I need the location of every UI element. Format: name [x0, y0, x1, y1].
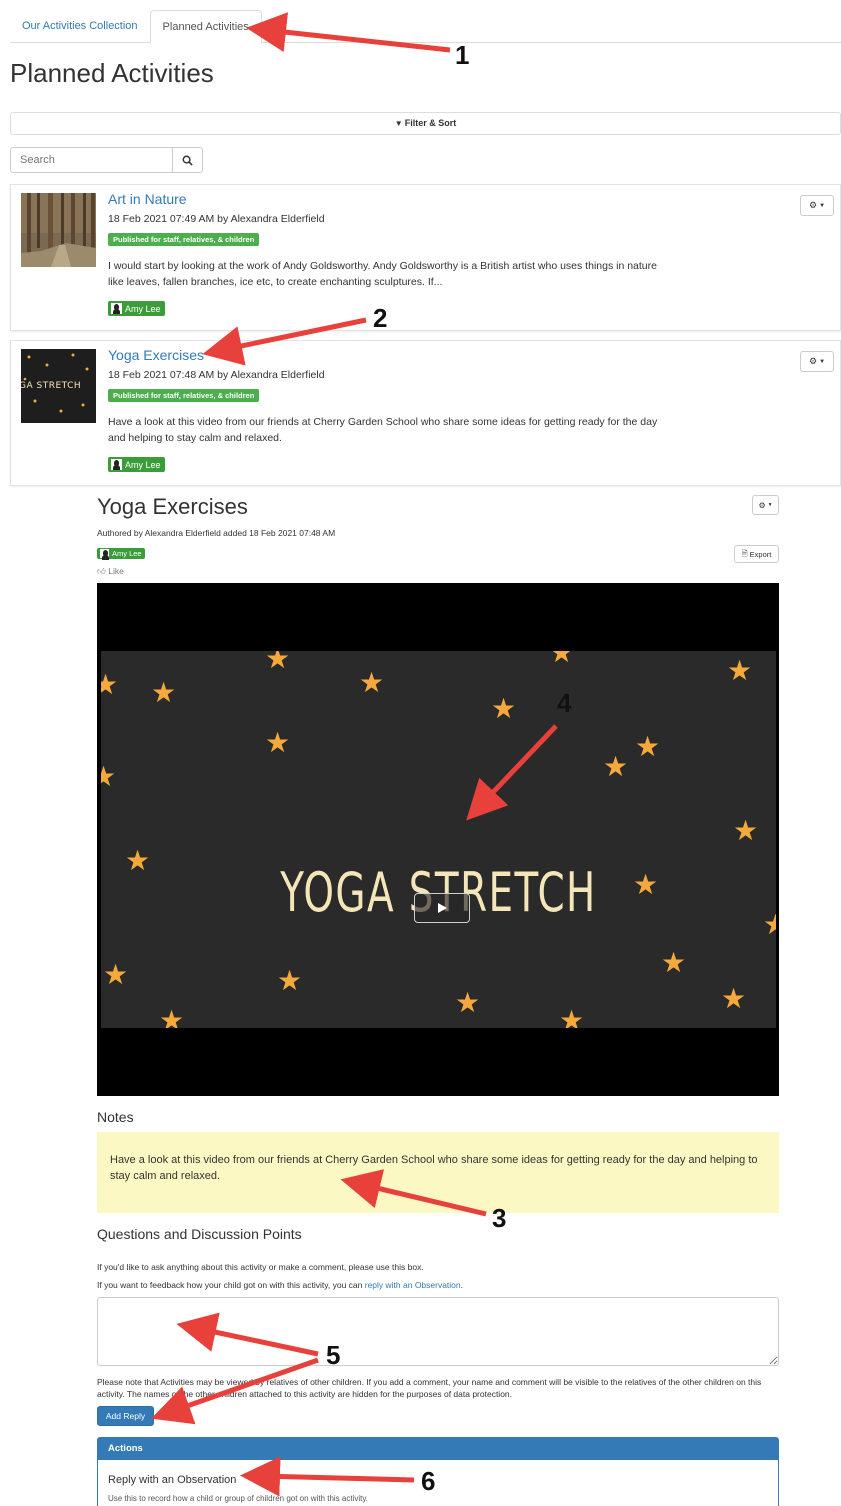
- actions-panel: Actions Reply with an Observation Use th…: [97, 1437, 779, 1506]
- child-tag[interactable]: Amy Lee: [108, 457, 165, 472]
- video-frame: ★ ★ ★ ★ ★ ★ ★ ★ ★ ★ ★ ★ ★ ★ ★ ★ ★ ★ ★ ★ …: [101, 651, 776, 1028]
- star-icon: ★: [101, 669, 119, 700]
- star-icon: ★: [549, 651, 575, 668]
- activity-meta: 18 Feb 2021 07:48 AM by Alexandra Elderf…: [108, 369, 325, 381]
- activity-thumbnail[interactable]: GA STRETCH: [21, 349, 96, 423]
- like-label: Like: [108, 566, 124, 576]
- caret-down-icon: ▼: [819, 358, 826, 365]
- question-feedback-line: If you want to feedback how your child g…: [97, 1280, 463, 1290]
- notes-box: Have a look at this video from our frien…: [97, 1132, 779, 1213]
- filter-sort-button[interactable]: ▼ Filter & Sort: [10, 112, 841, 135]
- feedback-suffix: .: [460, 1280, 464, 1290]
- play-icon: [438, 903, 447, 913]
- search-button[interactable]: [173, 147, 203, 173]
- star-icon: ★: [661, 947, 687, 978]
- settings-dropdown-button[interactable]: ⚙ ▼: [800, 195, 834, 216]
- actions-heading: Actions: [98, 1438, 778, 1460]
- filter-sort-label: Filter & Sort: [404, 118, 457, 128]
- activity-title-link[interactable]: Yoga Exercises: [108, 347, 204, 363]
- child-tag[interactable]: Amy Lee: [97, 548, 145, 560]
- settings-dropdown-button[interactable]: ⚙ ▼: [800, 351, 834, 372]
- questions-heading: Questions and Discussion Points: [97, 1226, 302, 1242]
- child-name: Amy Lee: [125, 303, 161, 314]
- star-icon: ★: [727, 655, 753, 686]
- activity-title-link[interactable]: Art in Nature: [108, 191, 187, 207]
- activity-description: I would start by looking at the work of …: [108, 260, 657, 288]
- star-icon: ★: [265, 727, 291, 758]
- search-box: [10, 147, 203, 173]
- filter-icon: ▼: [394, 119, 403, 128]
- play-button[interactable]: [414, 893, 470, 923]
- child-avatar-icon: [111, 303, 122, 314]
- reply-with-observation-action[interactable]: Reply with an Observation: [108, 1474, 236, 1486]
- star-icon: ★: [265, 651, 291, 674]
- child-name: Amy Lee: [125, 459, 161, 470]
- add-reply-button[interactable]: Add Reply: [97, 1406, 154, 1426]
- detail-settings-button[interactable]: ⚙ ▼: [752, 495, 779, 515]
- reply-textarea[interactable]: [97, 1297, 779, 1366]
- annotation-number: 5: [326, 1340, 341, 1370]
- gear-icon: ⚙: [808, 200, 818, 210]
- star-icon: ★: [455, 987, 481, 1018]
- export-button[interactable]: 🗎 Export: [734, 545, 779, 563]
- annotation-number: 1: [455, 40, 470, 70]
- star-icon: ★: [359, 667, 385, 698]
- tab-bar: Our Activities Collection Planned Activi…: [10, 10, 841, 44]
- document-icon: 🗎: [741, 548, 748, 558]
- star-icon: ★: [159, 1005, 185, 1029]
- activity-card: GA STRETCH Yoga Exercises 18 Feb 2021 07…: [10, 340, 841, 486]
- like-button[interactable]: 👍︎ Like: [97, 566, 124, 577]
- star-icon: ★: [151, 677, 177, 708]
- activity-thumbnail[interactable]: [21, 193, 96, 267]
- child-name: Amy Lee: [112, 549, 142, 558]
- star-icon: ★: [491, 693, 517, 724]
- activity-meta: 18 Feb 2021 07:49 AM by Alexandra Elderf…: [108, 213, 325, 225]
- star-icon: ★: [721, 983, 747, 1014]
- export-label: Export: [749, 549, 772, 559]
- gear-icon: ⚙: [808, 356, 818, 366]
- reply-with-observation-description: Use this to record how a child or group …: [108, 1494, 368, 1503]
- detail-title: Yoga Exercises: [97, 494, 248, 519]
- star-icon: ★: [635, 731, 661, 762]
- child-tag[interactable]: Amy Lee: [108, 301, 165, 316]
- video-player[interactable]: ★ ★ ★ ★ ★ ★ ★ ★ ★ ★ ★ ★ ★ ★ ★ ★ ★ ★ ★ ★ …: [97, 583, 779, 1096]
- published-badge: Published for staff, relatives, & childr…: [108, 389, 260, 402]
- feedback-prefix: If you want to feedback how your child g…: [97, 1280, 365, 1290]
- star-icon: ★: [277, 965, 303, 996]
- privacy-note: Please note that Activities may be viewe…: [97, 1377, 762, 1399]
- child-avatar-icon: [100, 549, 109, 560]
- question-instructions: If you'd like to ask anything about this…: [97, 1262, 424, 1272]
- caret-down-icon: ▼: [819, 202, 826, 209]
- annotation-number: 6: [421, 1466, 436, 1496]
- page-title: Planned Activities: [10, 58, 214, 88]
- annotation-number: 2: [373, 303, 388, 333]
- annotation-number: 4: [557, 688, 572, 718]
- activity-description: Have a look at this video from our frien…: [108, 416, 658, 444]
- gear-icon: ⚙: [758, 500, 766, 510]
- search-input[interactable]: [10, 147, 173, 173]
- star-icon: ★: [603, 751, 629, 782]
- search-icon: [182, 155, 193, 166]
- star-icon: ★: [733, 815, 759, 846]
- star-icon: ★: [559, 1005, 585, 1029]
- caret-down-icon: ▼: [767, 502, 773, 508]
- reply-with-observation-link[interactable]: reply with an Observation: [365, 1280, 461, 1290]
- published-badge: Published for staff, relatives, & childr…: [108, 233, 260, 246]
- tab-our-activities-collection[interactable]: Our Activities Collection: [10, 10, 150, 43]
- star-icon: ★: [101, 761, 117, 792]
- star-icon: ★: [125, 845, 151, 876]
- notes-heading: Notes: [97, 1109, 134, 1125]
- activity-card: Art in Nature 18 Feb 2021 07:49 AM by Al…: [10, 184, 841, 331]
- child-avatar-icon: [111, 459, 122, 470]
- detail-meta: Authored by Alexandra Elderfield added 1…: [97, 528, 336, 538]
- thumbs-up-icon: 👍︎: [97, 566, 106, 576]
- tab-planned-activities[interactable]: Planned Activities: [149, 10, 262, 44]
- star-icon: ★: [763, 909, 776, 940]
- star-icon: ★: [103, 959, 129, 990]
- thumbnail-text: GA STRETCH: [21, 381, 82, 391]
- annotation-number: 3: [492, 1203, 507, 1233]
